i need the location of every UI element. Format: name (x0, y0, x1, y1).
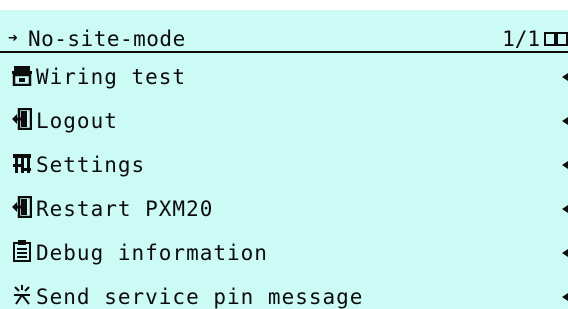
menu-item-restart[interactable]: Restart PXM20 (0, 187, 568, 231)
debug-info-icon (13, 240, 31, 262)
menu-item-send-service-pin[interactable]: Send service pin message (0, 275, 568, 309)
device-display: ➜ No-site-mode 1/1 Wiring test Logout Se… (0, 10, 568, 309)
restart-icon (12, 196, 32, 218)
menu-item-label: Debug information (36, 241, 268, 265)
menu-item-label: Wiring test (36, 65, 187, 89)
wiring-test-icon (12, 66, 32, 86)
menu-header: ➜ No-site-mode 1/1 (0, 10, 568, 53)
enter-arrow-icon (562, 117, 568, 125)
menu-title: No-site-mode (28, 27, 186, 51)
enter-arrow-icon (562, 293, 568, 301)
enter-arrow-icon (562, 249, 568, 257)
service-pin-icon (14, 285, 30, 305)
menu-item-label: Send service pin message (36, 285, 364, 309)
menu-item-settings[interactable]: Settings (0, 143, 568, 187)
settings-icon (13, 154, 31, 173)
enter-arrow-icon (562, 73, 568, 81)
menu-item-label: Logout (36, 109, 118, 133)
menu-item-debug-information[interactable]: Debug information (0, 231, 568, 275)
book-icon (544, 32, 568, 46)
enter-arrow-icon (562, 161, 568, 169)
enter-arrow-icon (562, 205, 568, 213)
logout-icon (12, 108, 32, 130)
menu-item-wiring-test[interactable]: Wiring test (0, 55, 568, 99)
menu-item-label: Settings (36, 153, 146, 177)
menu-item-logout[interactable]: Logout (0, 99, 568, 143)
page-indicator: 1/1 (502, 27, 540, 51)
back-arrow-icon[interactable]: ➜ (8, 29, 18, 47)
menu-item-label: Restart PXM20 (36, 197, 214, 221)
